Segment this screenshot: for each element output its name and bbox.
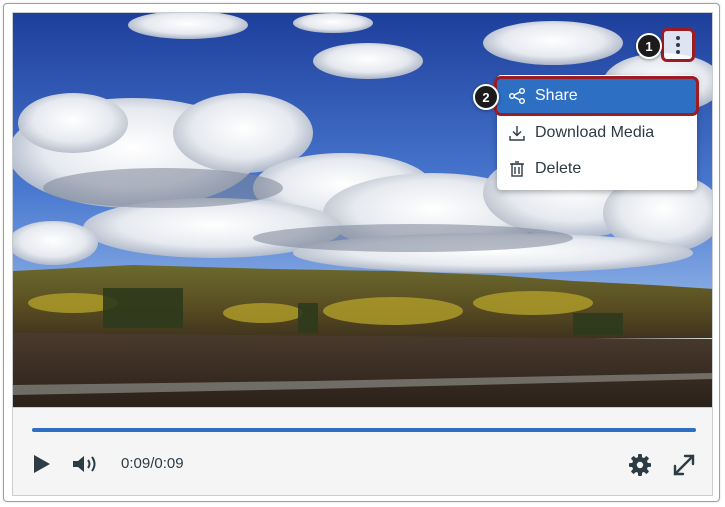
- video-frame-landscape: [13, 13, 712, 407]
- gear-icon: [629, 454, 651, 476]
- menu-item-label: Download Media: [535, 124, 655, 141]
- options-dropdown-menu: Share Download Media Delete: [494, 75, 699, 190]
- kebab-dot: [676, 50, 680, 54]
- player-controls: 0:09/0:09: [12, 408, 713, 496]
- menu-item-label: Share: [535, 87, 578, 104]
- play-icon: [34, 455, 50, 473]
- menu-item-download-media[interactable]: Download Media: [497, 115, 697, 151]
- settings-button[interactable]: [627, 452, 653, 478]
- callout-badge-1: 1: [636, 33, 662, 59]
- fullscreen-button[interactable]: [671, 452, 697, 478]
- menu-item-delete[interactable]: Delete: [497, 151, 697, 187]
- progress-fill: [32, 428, 696, 432]
- volume-button[interactable]: [71, 452, 101, 476]
- menu-item-label: Delete: [535, 160, 582, 177]
- trash-icon: [507, 159, 527, 179]
- kebab-icon: [676, 36, 680, 40]
- options-menu-button[interactable]: [661, 28, 695, 62]
- menu-item-share[interactable]: Share: [494, 76, 699, 116]
- play-button[interactable]: [31, 452, 53, 476]
- fullscreen-icon: [673, 454, 695, 476]
- volume-icon: [73, 456, 96, 472]
- callout-badge-2: 2: [473, 84, 499, 110]
- progress-bar[interactable]: [32, 428, 696, 432]
- kebab-dot: [676, 43, 680, 47]
- time-display: 0:09/0:09: [121, 455, 184, 472]
- video-viewport[interactable]: [12, 12, 713, 408]
- download-icon: [507, 123, 527, 143]
- share-icon: [507, 86, 527, 106]
